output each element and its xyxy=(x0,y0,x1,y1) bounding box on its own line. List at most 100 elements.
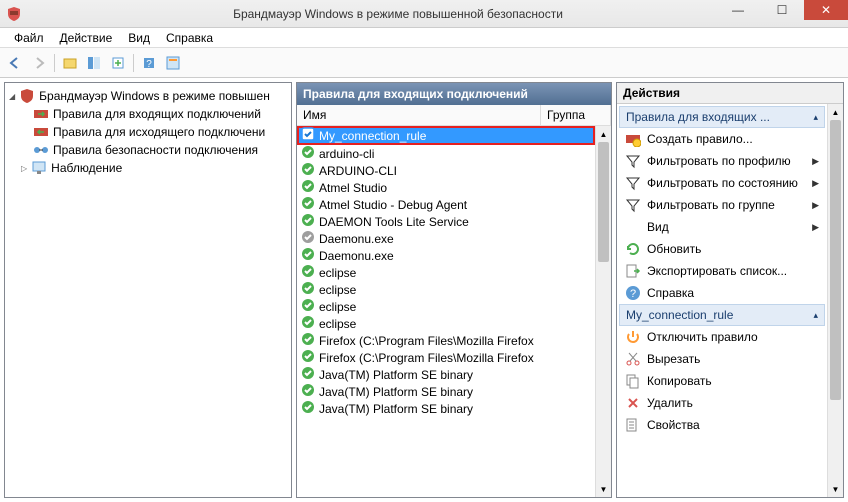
rule-row[interactable]: Firefox (C:\Program Files\Mozilla Firefo… xyxy=(297,349,595,366)
rule-row[interactable]: eclipse xyxy=(297,315,595,332)
rule-name: Daemonu.exe xyxy=(319,249,394,263)
rules-scrollbar[interactable]: ▲ ▼ xyxy=(595,126,611,497)
rule-row[interactable]: eclipse xyxy=(297,264,595,281)
tree-item-label: Наблюдение xyxy=(51,161,122,175)
action-group-title[interactable]: My_connection_rule▴ xyxy=(619,304,825,326)
rule-row[interactable]: Firefox (C:\Program Files\Mozilla Firefo… xyxy=(297,332,595,349)
filter-icon xyxy=(625,153,641,169)
filter-icon xyxy=(625,175,641,191)
rule-name: Daemonu.exe xyxy=(319,232,394,246)
enabled-icon xyxy=(301,179,315,196)
tree-item-label: Правила для исходящего подключени xyxy=(53,125,265,139)
rule-row[interactable]: ARDUINO-CLI xyxy=(297,162,595,179)
tree-connsec[interactable]: Правила безопасности подключения xyxy=(7,141,289,159)
menu-help[interactable]: Справка xyxy=(158,29,221,47)
rule-row[interactable]: Java(TM) Platform SE binary xyxy=(297,400,595,417)
enabled-icon xyxy=(301,349,315,366)
maximize-button[interactable]: ☐ xyxy=(760,0,804,20)
rules-list[interactable]: My_connection_rulearduino-cliARDUINO-CLI… xyxy=(297,126,595,497)
tree-outbound[interactable]: Правила для исходящего подключени xyxy=(7,123,289,141)
enabled-icon xyxy=(301,400,315,417)
enabled-icon xyxy=(301,145,315,162)
rule-row[interactable]: Atmel Studio xyxy=(297,179,595,196)
cut-icon xyxy=(625,351,641,367)
properties-button[interactable] xyxy=(162,52,184,74)
action-item[interactable]: Фильтровать по профилю▶ xyxy=(619,150,825,172)
enabled-icon xyxy=(301,196,315,213)
tree-item-label: Правила для входящих подключений xyxy=(53,107,261,121)
close-button[interactable]: ✕ xyxy=(804,0,848,20)
rule-row[interactable]: My_connection_rule xyxy=(297,126,595,145)
tree-monitor[interactable]: Наблюдение xyxy=(7,159,289,177)
main-content: Брандмауэр Windows в режиме повышен Прав… xyxy=(0,78,848,502)
tree-root[interactable]: Брандмауэр Windows в режиме повышен xyxy=(7,87,289,105)
action-item[interactable]: Обновить xyxy=(619,238,825,260)
rule-name: eclipse xyxy=(319,283,356,297)
action-item[interactable]: Вид▶ xyxy=(619,216,825,238)
submenu-arrow-icon: ▶ xyxy=(812,178,819,189)
action-item[interactable]: Создать правило... xyxy=(619,128,825,150)
help-icon: ? xyxy=(625,285,641,301)
rule-row[interactable]: Java(TM) Platform SE binary xyxy=(297,383,595,400)
column-group[interactable]: Группа xyxy=(541,105,611,125)
window-titlebar: Брандмауэр Windows в режиме повышенной б… xyxy=(0,0,848,28)
rule-row[interactable]: arduino-cli xyxy=(297,145,595,162)
action-item[interactable]: Фильтровать по состоянию▶ xyxy=(619,172,825,194)
tree-panel: Брандмауэр Windows в режиме повышен Прав… xyxy=(4,82,292,498)
column-name[interactable]: Имя xyxy=(297,105,541,125)
rule-row[interactable]: Daemonu.exe xyxy=(297,247,595,264)
window-controls: — ☐ ✕ xyxy=(716,0,848,20)
disable-icon xyxy=(625,329,641,345)
rule-name: Java(TM) Platform SE binary xyxy=(319,402,473,416)
help-button[interactable]: ? xyxy=(138,52,160,74)
menu-action[interactable]: Действие xyxy=(52,29,121,47)
rule-name: Atmel Studio xyxy=(319,181,387,195)
action-label: Обновить xyxy=(647,242,701,256)
action-item[interactable]: Удалить xyxy=(619,392,825,414)
props-icon xyxy=(625,417,641,433)
action-group-title[interactable]: Правила для входящих ...▴ xyxy=(619,106,825,128)
actions-scrollbar[interactable]: ▲ ▼ xyxy=(827,104,843,497)
enabled-icon xyxy=(301,213,315,230)
collapse-icon: ▴ xyxy=(813,112,818,123)
nav-tree: Брандмауэр Windows в режиме повышен Прав… xyxy=(5,83,291,497)
actions-body: Правила для входящих ...▴ Создать правило… xyxy=(617,104,827,497)
menu-file[interactable]: Файл xyxy=(6,29,52,47)
rule-row[interactable]: Daemonu.exe xyxy=(297,230,595,247)
rules-panel: Правила для входящих подключений Имя Гру… xyxy=(296,82,612,498)
back-button[interactable] xyxy=(4,52,26,74)
action-item[interactable]: Отключить правило xyxy=(619,326,825,348)
action-item[interactable]: ?Справка xyxy=(619,282,825,304)
connection-security-icon xyxy=(33,142,49,158)
rule-row[interactable]: DAEMON Tools Lite Service xyxy=(297,213,595,230)
up-button[interactable] xyxy=(59,52,81,74)
menu-view[interactable]: Вид xyxy=(120,29,158,47)
show-hide-tree-button[interactable] xyxy=(83,52,105,74)
action-item[interactable]: Свойства xyxy=(619,414,825,436)
monitor-icon xyxy=(31,160,47,176)
action-item[interactable]: Вырезать xyxy=(619,348,825,370)
export-button[interactable] xyxy=(107,52,129,74)
enabled-icon xyxy=(301,281,315,298)
action-item[interactable]: Экспортировать список... xyxy=(619,260,825,282)
forward-button[interactable] xyxy=(28,52,50,74)
action-label: Экспортировать список... xyxy=(647,264,787,278)
minimize-button[interactable]: — xyxy=(716,0,760,20)
rule-name: eclipse xyxy=(319,317,356,331)
rule-row[interactable]: eclipse xyxy=(297,281,595,298)
rules-panel-title: Правила для входящих подключений xyxy=(297,83,611,105)
submenu-arrow-icon: ▶ xyxy=(812,222,819,233)
action-label: Отключить правило xyxy=(647,330,758,344)
actions-title: Действия xyxy=(617,83,843,104)
rule-name: eclipse xyxy=(319,266,356,280)
action-label: Создать правило... xyxy=(647,132,753,146)
toolbar-separator xyxy=(54,54,55,72)
tree-inbound[interactable]: Правила для входящих подключений xyxy=(7,105,289,123)
rule-row[interactable]: eclipse xyxy=(297,298,595,315)
enabled-icon xyxy=(301,247,315,264)
enabled-icon xyxy=(301,366,315,383)
rule-row[interactable]: Atmel Studio - Debug Agent xyxy=(297,196,595,213)
rule-row[interactable]: Java(TM) Platform SE binary xyxy=(297,366,595,383)
action-item[interactable]: Фильтровать по группе▶ xyxy=(619,194,825,216)
action-item[interactable]: Копировать xyxy=(619,370,825,392)
